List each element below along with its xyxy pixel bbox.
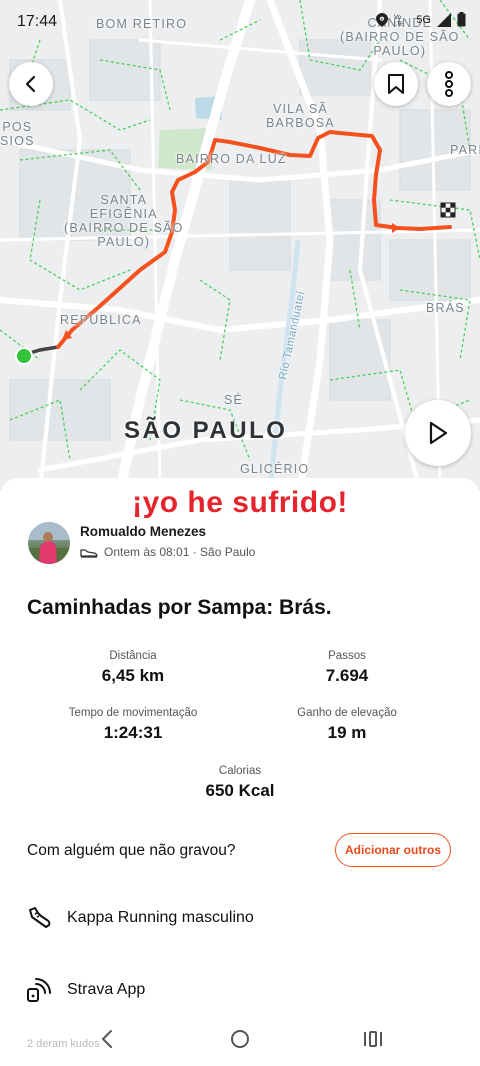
stat-value: 7.694 — [325, 666, 369, 685]
stat-distance: Distância 6,45 km — [23, 650, 243, 686]
stat-value: 650 Kcal — [205, 781, 275, 800]
map-label: SÃO PAULO — [124, 417, 288, 444]
svg-text:Vo: Vo — [394, 15, 402, 21]
map-label: BRÁS — [426, 301, 465, 315]
stat-label: Ganho de elevação — [297, 707, 397, 719]
map-label: BAIRRO DA LUZ — [176, 152, 287, 166]
map-label: POS SIOS — [0, 120, 35, 148]
chevron-left-icon — [25, 75, 36, 93]
avatar-photo — [28, 522, 70, 564]
add-others-button[interactable]: Adicionar outros — [335, 833, 451, 867]
map-label: PARI — [450, 143, 480, 157]
play-icon — [429, 421, 448, 445]
status-bar: 17:44 Vo LTE 5G — [0, 0, 480, 44]
flyover-play-button[interactable] — [405, 400, 471, 466]
map-label: VILA SÃ BARBOSA — [266, 102, 335, 130]
location-icon — [376, 12, 389, 27]
stat-steps: Passos 7.694 — [237, 650, 457, 686]
back-button[interactable] — [9, 62, 53, 106]
activity-meta: Ontem às 08:01 · São Paulo — [80, 545, 255, 559]
stat-value: 19 m — [327, 723, 367, 742]
stat-label: Distância — [109, 650, 157, 662]
stat-label: Tempo de movimentação — [68, 707, 198, 719]
map-label: SANTA EFIGÊNIA (BAIRRO DE SÃO PAULO) — [64, 193, 184, 249]
device-row[interactable]: Strava App — [26, 975, 145, 1005]
map-label: GLICÉRIO — [240, 462, 310, 476]
avatar[interactable] — [28, 522, 70, 564]
system-nav-bar — [0, 1018, 480, 1066]
gear-label: Kappa Running masculino — [67, 909, 254, 926]
stat-value: 6,45 km — [101, 666, 165, 685]
nav-back-icon[interactable] — [99, 1028, 115, 1050]
stat-label: Calorias — [218, 765, 262, 777]
map-label: SÉ — [224, 393, 244, 407]
volte-icon: Vo LTE — [394, 15, 404, 26]
status-time: 17:44 — [17, 13, 58, 30]
stat-elevation-gain: Ganho de elevação 19 m — [237, 707, 457, 743]
route-map[interactable]: BOM RETIRO CANINDÉ (BAIRRO DE SÃO PAULO) P… — [0, 0, 480, 490]
gear-row[interactable]: Kappa Running masculino — [26, 903, 254, 933]
bookmark-icon — [388, 74, 404, 94]
stat-moving-time: Tempo de movimentação 1:24:31 — [23, 707, 243, 743]
battery-icon — [457, 12, 466, 27]
route-finish-marker — [440, 202, 456, 218]
route-start-marker — [15, 347, 33, 365]
device-label: Strava App — [67, 981, 146, 998]
save-route-button[interactable] — [374, 62, 418, 106]
stat-value: 1:24:31 — [103, 723, 163, 742]
activity-title: Caminhadas por Sampa: Brás. — [27, 596, 332, 619]
athlete-name[interactable]: Romualdo Menezes — [80, 524, 206, 539]
walk-shoe-icon — [80, 549, 98, 558]
nav-recents-icon[interactable] — [362, 1028, 384, 1050]
network-type: 5G — [416, 13, 431, 26]
svg-text:LTE: LTE — [394, 21, 404, 26]
more-options-button[interactable] — [427, 62, 471, 106]
stat-calories: Calorias 650 Kcal — [130, 765, 350, 801]
more-vertical-icon — [445, 71, 453, 97]
activity-date-location: Ontem às 08:01 · São Paulo — [104, 545, 256, 559]
shoe-icon — [29, 907, 51, 928]
stat-label: Passos — [328, 650, 366, 662]
map-label: REPÚBLICA — [60, 313, 142, 327]
nav-home-icon[interactable] — [229, 1028, 251, 1050]
device-sync-icon — [27, 978, 51, 1002]
overlay-caption: ¡yo he sufrido! — [132, 486, 348, 519]
signal-icon — [437, 12, 451, 27]
with-others-question: Com alguém que não gravou? — [27, 842, 236, 859]
